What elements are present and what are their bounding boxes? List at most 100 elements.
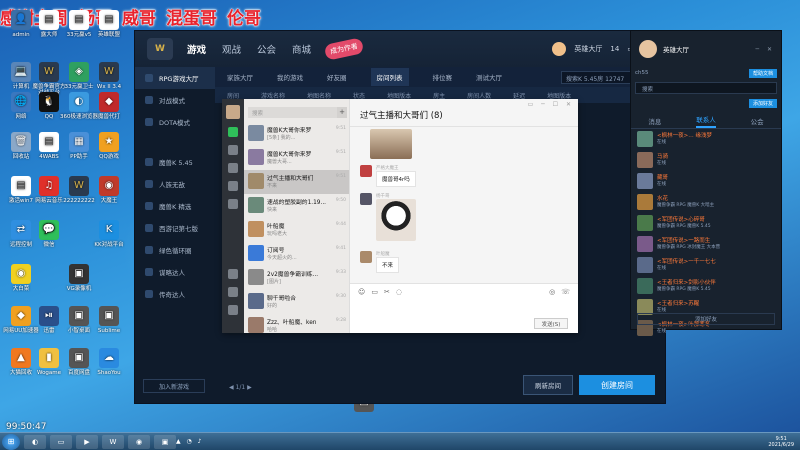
desktop-icon[interactable]: 💬 微信 [30, 220, 68, 248]
media-icon[interactable]: ▶ [76, 434, 98, 449]
list-item[interactable]: 聊千哥啦合 好的 9:30 [244, 290, 349, 314]
photo[interactable] [370, 129, 412, 159]
menu-item[interactable]: 传奇达人 [135, 283, 215, 305]
chat-search-input[interactable]: 搜索 + [248, 107, 347, 118]
list-item[interactable]: 过气主播和大哥们 不来 9:51 [244, 170, 349, 194]
list-item[interactable]: 2v2魔兽争霸训练... [图片] 9:33 [244, 266, 349, 290]
desktop-icon[interactable]: ▣ Sublime [90, 306, 128, 334]
desktop-icon[interactable]: W Wx II 3.4 [90, 62, 128, 90]
list-item[interactable]: Zzz、叶船魔、ken 哈哈 9:28 [244, 314, 349, 338]
friend-item[interactable]: <军团传说>一路而生 魔兽争霸 RPG 冰封魔王 大本营 [631, 234, 781, 255]
start-button[interactable]: ⊞ [2, 433, 20, 450]
desktop-icon[interactable]: ◉ 大魔王 [90, 176, 128, 204]
friend-item[interactable]: <军团传说>心碎哥 魔兽争霸 RPG 魔兽K 5.45 [631, 213, 781, 234]
avatar[interactable] [639, 40, 657, 58]
menu-icon[interactable] [228, 305, 238, 315]
folder-icon[interactable]: ▭ [50, 434, 72, 449]
nav-guild[interactable]: 公会 [257, 42, 276, 56]
clock[interactable]: 9:51 2021/6/29 [768, 436, 794, 448]
chat-icon[interactable] [228, 127, 238, 137]
emoji-icon[interactable]: ☺ [358, 288, 365, 296]
send-button[interactable]: 发送(S) [534, 318, 568, 329]
notification-count[interactable]: 14 [610, 45, 619, 53]
wechat-icon[interactable]: ◉ [128, 434, 150, 449]
message-input[interactable]: ☺ ▭ ✂ ◌ ◎ ☏ 发送(S) [350, 283, 578, 333]
username[interactable]: 英雄大厅 [663, 44, 689, 54]
video-icon[interactable]: ☏ [561, 288, 570, 296]
add-friend-button[interactable]: 添加好友 [748, 98, 777, 108]
folder-icon[interactable]: ▭ [371, 288, 378, 296]
favorites-icon[interactable] [228, 163, 238, 173]
avatar[interactable] [360, 165, 372, 177]
friend-item[interactable]: 马骑 在线 [631, 150, 781, 171]
desktop-icon[interactable]: ▤ 英雄联盟 [90, 10, 128, 38]
list-item[interactable]: 叶船魔 玩吗老大 9:44 [244, 218, 349, 242]
tab-contacts[interactable]: 联系人 [696, 114, 716, 128]
tab-ranked[interactable]: 排位赛 [433, 72, 453, 82]
warcraft-icon[interactable]: W [102, 434, 124, 449]
desktop-icon[interactable]: K KK对战平台 [90, 220, 128, 248]
desktop-icon[interactable]: ★ QQ游戏 [90, 132, 128, 160]
files-icon[interactable] [228, 181, 238, 191]
moments-icon[interactable] [228, 199, 238, 209]
friend-item[interactable]: 藏哥 在线 [631, 171, 781, 192]
scissors-icon[interactable]: ✂ [384, 288, 390, 296]
menu-item[interactable]: 绿色循环圈 [135, 239, 215, 261]
add-icon[interactable]: + [337, 107, 347, 118]
menu-item[interactable]: 西游记第七版 [135, 217, 215, 239]
add-friend-bottom-button[interactable]: 添加好友 [637, 313, 775, 325]
tab-my-games[interactable]: 我的游戏 [277, 72, 303, 82]
friend-search-input[interactable]: 搜索 [635, 82, 777, 94]
join-game-button[interactable]: 加入新游戏 [143, 379, 205, 393]
tab-guild[interactable]: 公会 [751, 116, 764, 126]
tab-room-list[interactable]: 房间列表 [370, 68, 409, 86]
create-room-button[interactable]: 创建房间 [579, 375, 655, 395]
contacts-icon[interactable] [228, 145, 238, 155]
list-item[interactable]: 速战的塑胶副的1.19... 快来 9:50 [244, 194, 349, 218]
list-item[interactable]: 订阅号 今天超火的... 9:41 [244, 242, 349, 266]
desktop-icon[interactable]: ☁ ShaoYou [90, 348, 128, 376]
tab-friends-circle[interactable]: 好友圈 [327, 72, 347, 82]
author-badge[interactable]: 成为作者 [323, 37, 365, 61]
phone-icon[interactable] [228, 287, 238, 297]
menu-item[interactable]: 魔兽K 5.45 [135, 151, 215, 173]
list-item[interactable]: 魔兽K大哥你来罗 魔兽大哥... 9:51 [244, 146, 349, 170]
voice-icon[interactable]: ◎ [549, 288, 555, 296]
browser-icon[interactable]: ◐ [24, 434, 46, 449]
menu-item[interactable]: 人族无敌 [135, 173, 215, 195]
friend-item[interactable]: <枫林一夜>… 缘浅梦 在线 [631, 129, 781, 150]
panda-sticker[interactable] [376, 199, 416, 241]
menu-item[interactable]: DOTA模式 [135, 111, 215, 133]
app-icon[interactable]: ▣ [154, 434, 176, 449]
chat-bubble-icon[interactable]: ◌ [396, 288, 402, 296]
nav-watch[interactable]: 观战 [222, 42, 241, 56]
help-button[interactable]: 帮助文档 [748, 68, 777, 78]
window-controls-icon[interactable]: ─ ✕ [755, 46, 781, 53]
friend-item[interactable]: <军团传说>一千一七七 在线 [631, 255, 781, 276]
friend-item[interactable]: 水花 魔兽争霸 RPG 魔兽K 大暗主 [631, 192, 781, 213]
desktop-icon[interactable]: ◆ 魔兽代打 [90, 92, 128, 120]
list-item[interactable]: 魔兽K大哥你来罗 [5条] 我的... 9:51 [244, 122, 349, 146]
miniprogram-icon[interactable] [228, 269, 238, 279]
menu-item[interactable]: 对战模式 [135, 89, 215, 111]
tab-messages[interactable]: 消息 [648, 116, 661, 126]
refresh-rooms-button[interactable]: 刷新房间 [523, 375, 573, 395]
menu-item[interactable]: RPG游戏大厅 [135, 67, 215, 89]
nav-store[interactable]: 商城 [292, 42, 311, 56]
avatar[interactable] [360, 193, 372, 205]
avatar[interactable] [360, 251, 372, 263]
menu-item[interactable]: 谋略达人 [135, 261, 215, 283]
nav-games[interactable]: 游戏 [187, 42, 206, 56]
system-tray[interactable]: ▲ ◔ ♪ [176, 438, 204, 445]
tab-test-hall[interactable]: 测试大厅 [476, 72, 502, 82]
tab-family-hall[interactable]: 家族大厅 [227, 72, 253, 82]
desktop-icon[interactable]: ◉ 大白菜 [2, 264, 40, 292]
menu-item[interactable]: 魔兽K 精选 [135, 195, 215, 217]
avatar[interactable] [226, 105, 240, 119]
desktop-icon[interactable]: ▣ VG录像机 [60, 264, 98, 292]
username[interactable]: 英雄大厅 [574, 44, 602, 54]
pager[interactable]: ◀ 1/1 ▶ [229, 384, 252, 391]
friend-item[interactable]: <王者归来>剑影小伙伴 魔兽争霸 RPG 魔兽K 5.45 [631, 276, 781, 297]
window-controls-icon[interactable]: ▭ ─ ☐ ✕ [528, 101, 574, 108]
avatar[interactable] [552, 42, 567, 56]
